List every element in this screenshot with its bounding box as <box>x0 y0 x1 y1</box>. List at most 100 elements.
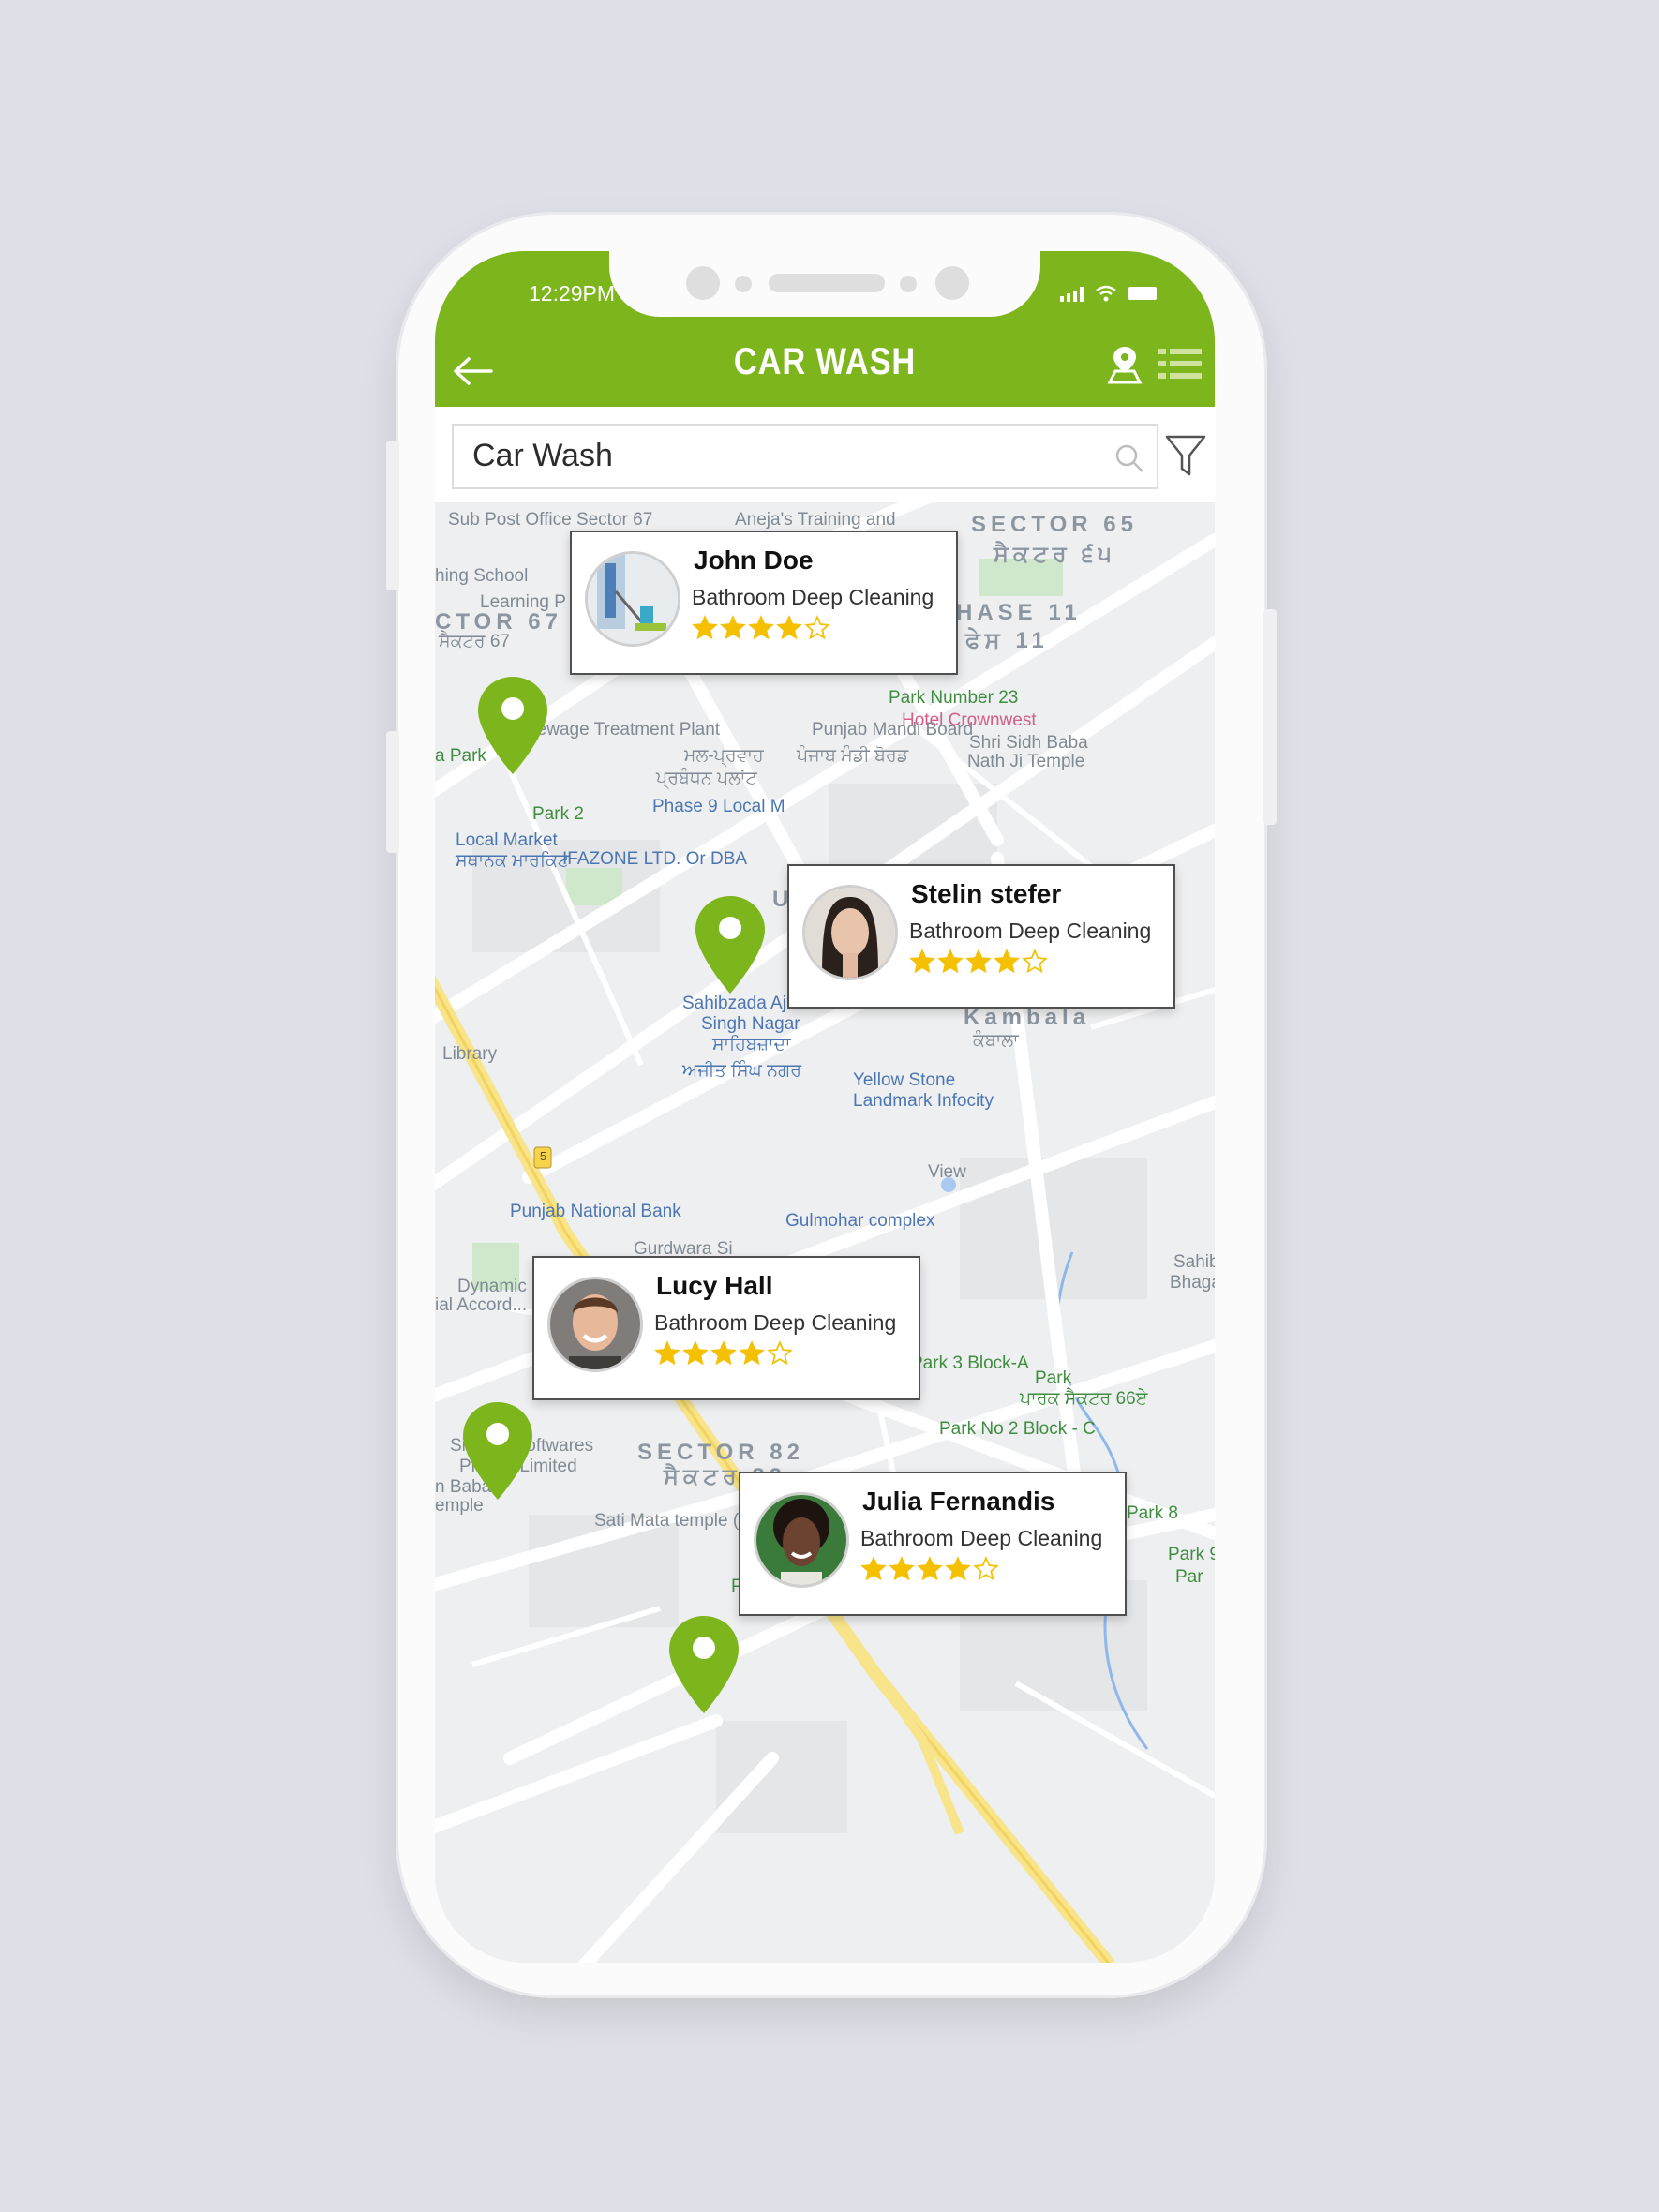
star-icon <box>692 615 718 640</box>
map-label: Punjab National Bank <box>510 1202 681 1221</box>
rating-stars <box>692 615 830 641</box>
map-label: Dynamic <box>457 1277 527 1296</box>
provider-avatar <box>585 551 680 647</box>
star-icon <box>937 949 964 974</box>
map-label: ਅਜੀਤ ਸਿੰਘ ਨਗਰ <box>682 1061 801 1081</box>
star-icon <box>748 615 774 640</box>
star-icon <box>739 1340 765 1366</box>
map-label: ਪਾਰਕ ਸੈਕਟਰ 66ਏ <box>1020 1389 1148 1409</box>
map-label: Park 2 <box>532 804 584 824</box>
map-label: Yellow Stone <box>853 1070 956 1090</box>
provider-avatar <box>802 885 898 980</box>
rating-stars <box>909 949 1048 975</box>
signal-icon <box>1060 285 1084 302</box>
map-label: Park 8 <box>1127 1503 1178 1523</box>
provider-avatar <box>754 1492 849 1588</box>
map-label: Phase 9 Local M <box>652 797 785 816</box>
star-icon <box>973 1556 999 1581</box>
phone-side-button <box>386 731 399 853</box>
map-label: ial Accord... <box>435 1295 528 1315</box>
star-icon <box>889 1556 915 1581</box>
star-icon <box>654 1340 680 1366</box>
star-icon <box>776 615 802 640</box>
map-label: Park 3 Block-A <box>911 1353 1029 1373</box>
map-label: Sewage Treatment Plant <box>525 720 721 740</box>
list-view-icon[interactable] <box>1157 345 1203 382</box>
app-screen: Sub Post Office Sector 67 Aneja's Trainin… <box>435 251 1215 1963</box>
search-input-value: Car Wash <box>472 438 613 473</box>
map-pin-icon[interactable] <box>694 894 767 997</box>
star-icon <box>682 1340 709 1366</box>
map-label: ਪੰਜਾਬ ਮੰਡੀ ਬੋਰਡ <box>797 746 909 766</box>
wifi-icon <box>1096 285 1116 302</box>
map-label: 5 <box>540 1149 547 1163</box>
app-header: 12:29PM CAR WASH <box>435 251 1215 407</box>
map-pin-icon[interactable] <box>667 1614 740 1717</box>
provider-service: Bathroom Deep Cleaning <box>909 919 1152 943</box>
search-bar: Car Wash <box>435 407 1215 502</box>
star-icon <box>767 1340 793 1366</box>
map-label: Sub Post Office Sector 67 <box>448 510 653 530</box>
map-label: Sahib <box>1173 1252 1215 1272</box>
map-label: ਕੰਬਾਲਾ <box>973 1031 1019 1051</box>
map-label: Kambala <box>964 1005 1091 1030</box>
search-input[interactable]: Car Wash <box>452 424 1158 489</box>
provider-card[interactable]: Julia Fernandis Bathroom Deep Cleaning <box>739 1472 1127 1616</box>
map-label: View <box>928 1162 966 1182</box>
provider-name: Julia Fernandis <box>862 1487 1055 1516</box>
search-icon[interactable] <box>1113 442 1145 474</box>
star-icon <box>994 949 1020 974</box>
map-label: ਸੈਕਟਰ ੬੫ <box>994 542 1116 567</box>
provider-name: Lucy Hall <box>656 1271 773 1300</box>
phone-notch <box>609 251 1040 317</box>
star-icon <box>1022 949 1048 974</box>
map-location-icon[interactable] <box>1106 345 1143 384</box>
star-icon <box>804 615 830 640</box>
star-icon <box>909 949 935 974</box>
map-label: Local Market <box>456 830 558 850</box>
map-label: SECTOR 65 <box>971 512 1138 537</box>
map-label: Singh Nagar <box>701 1014 800 1034</box>
provider-service: Bathroom Deep Cleaning <box>860 1526 1103 1550</box>
map-label: ਸਥਾਨਕ ਮਾਰਕਿਟ <box>456 851 570 871</box>
provider-card[interactable]: John Doe Bathroom Deep Cleaning <box>570 531 958 675</box>
map-label: ਸਾਹਿਬਜ਼ਾਦਾ <box>712 1035 791 1054</box>
filter-icon[interactable] <box>1164 433 1207 480</box>
provider-service: Bathroom Deep Cleaning <box>654 1310 897 1335</box>
rating-stars <box>654 1340 793 1367</box>
map-label: Nath Ji Temple <box>967 752 1085 771</box>
map-label: hing School <box>435 566 529 586</box>
map-label: Park 9 <box>1168 1545 1215 1564</box>
phone-side-button <box>386 441 399 590</box>
map-label: Par <box>1175 1567 1203 1587</box>
map-label: IFAZONE LTD. Or DBA <box>562 849 748 869</box>
map-label: Park No 2 Block - C <box>939 1419 1096 1439</box>
battery-icon <box>1128 287 1157 300</box>
rating-stars <box>860 1556 999 1582</box>
map-view[interactable]: Sub Post Office Sector 67 Aneja's Trainin… <box>435 502 1215 1963</box>
star-icon <box>860 1556 887 1581</box>
star-icon <box>720 615 746 640</box>
map-label: Gulmohar complex <box>785 1211 935 1231</box>
map-label: Park Number 23 <box>889 688 1019 708</box>
map-pin-icon[interactable] <box>476 675 549 778</box>
provider-card[interactable]: Stelin stefer Bathroom Deep Cleaning <box>787 864 1175 1009</box>
phone-side-button <box>1263 609 1277 825</box>
star-icon <box>945 1556 971 1581</box>
map-pin-icon[interactable] <box>461 1400 534 1503</box>
map-label: ਫੇਸ 11 <box>965 628 1049 653</box>
map-label: ਮਲ-ਪ੍ਰਵਾਹ <box>684 746 764 766</box>
map-label: Aneja's Training and <box>735 510 896 530</box>
map-label: HASE 11 <box>956 600 1082 625</box>
map-label: ਪ੍ਰਬੰਧਨ ਪਲਾਂਟ <box>656 769 757 788</box>
map-label: Punjab Mandi Board <box>812 720 974 740</box>
status-icons <box>1060 285 1157 302</box>
provider-service: Bathroom Deep Cleaning <box>692 585 934 609</box>
star-icon <box>917 1556 943 1581</box>
provider-card[interactable]: Lucy Hall Bathroom Deep Cleaning <box>532 1256 920 1400</box>
map-label: Bhagat <box>1170 1273 1215 1293</box>
star-icon <box>710 1340 737 1366</box>
map-label: Library <box>442 1044 498 1064</box>
status-time: 12:29PM <box>529 281 616 306</box>
map-label: Landmark Infocity <box>853 1091 994 1111</box>
